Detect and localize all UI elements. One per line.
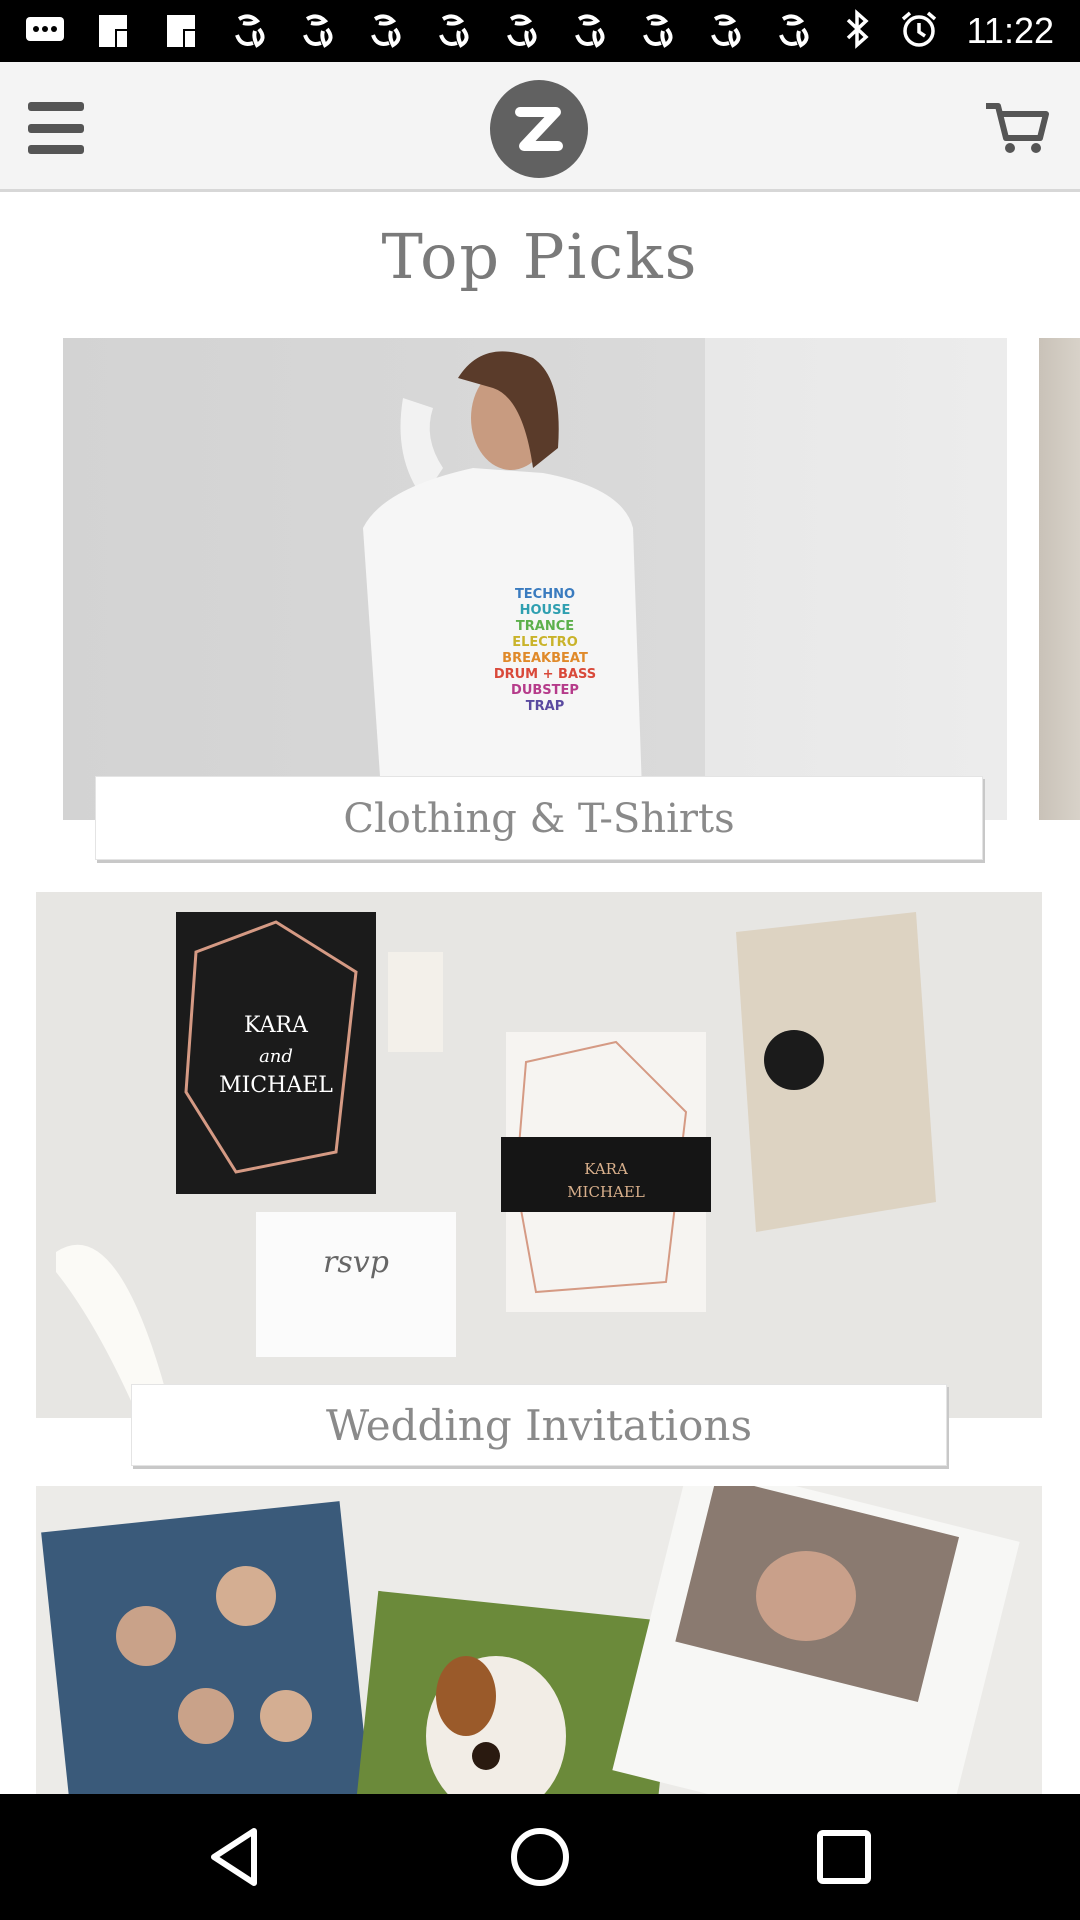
woman-in-shirt-illustration: TECHNO HOUSE TRANCE ELECTRO BREAKBEAT DR… [363, 351, 643, 820]
wedding-card-image[interactable]: KARA and MICHAEL rsvp KARA MICHAEL [36, 892, 1042, 1418]
svg-text:TRAP: TRAP [526, 699, 564, 714]
svg-text:rsvp: rsvp [323, 1245, 389, 1280]
svg-text:HOUSE: HOUSE [520, 603, 571, 618]
svg-text:DUBSTEP: DUBSTEP [511, 683, 579, 698]
photo-calendars-illustration [41, 1486, 1020, 1794]
fan-icon [704, 10, 746, 52]
hamburger-menu-icon[interactable] [28, 102, 84, 154]
home-icon[interactable] [504, 1821, 576, 1893]
svg-text:DRUM + BASS: DRUM + BASS [494, 667, 596, 682]
calendars-card-image[interactable] [36, 1486, 1042, 1794]
card-label-wedding[interactable]: Wedding Invitations [131, 1384, 947, 1466]
svg-text:MICHAEL: MICHAEL [567, 1183, 645, 1201]
alarm-icon [899, 9, 939, 53]
zazzle-logo[interactable] [490, 80, 588, 178]
card-label-clothing[interactable]: Clothing & T-Shirts [95, 776, 983, 860]
svg-text:KARA: KARA [584, 1160, 628, 1178]
svg-text:TECHNO: TECHNO [515, 587, 575, 602]
bluetooth-icon [845, 9, 871, 53]
fan-icon [432, 10, 474, 52]
status-bar: 11:22 [0, 0, 1080, 62]
fan-icon [364, 10, 406, 52]
news-icon [92, 10, 134, 52]
message-icon [24, 10, 66, 52]
recents-icon[interactable] [808, 1821, 880, 1893]
svg-text:MICHAEL: MICHAEL [219, 1073, 333, 1098]
system-nav-bar [0, 1794, 1080, 1920]
fan-icon [296, 10, 338, 52]
clock: 11:22 [966, 10, 1054, 51]
notification-icons [24, 10, 814, 52]
app-bar [0, 62, 1080, 192]
status-right: 11:22 [845, 0, 1054, 62]
svg-text:BREAKBEAT: BREAKBEAT [502, 651, 588, 666]
logo-icon [515, 107, 563, 151]
news-icon [160, 10, 202, 52]
svg-text:KARA: KARA [244, 1013, 309, 1038]
fan-icon [772, 10, 814, 52]
svg-text:and: and [259, 1046, 293, 1067]
fan-icon [568, 10, 610, 52]
svg-text:ELECTRO: ELECTRO [512, 635, 578, 650]
wedding-invitations-illustration: KARA and MICHAEL rsvp KARA MICHAEL [56, 912, 936, 1412]
clothing-card-image[interactable]: TECHNO HOUSE TRANCE ELECTRO BREAKBEAT DR… [63, 338, 1007, 820]
shopping-cart-icon[interactable] [984, 100, 1050, 156]
next-card-peek[interactable] [1039, 338, 1080, 820]
back-icon[interactable] [200, 1821, 272, 1893]
svg-text:TRANCE: TRANCE [516, 619, 574, 634]
page-title: Top Picks [381, 220, 699, 293]
fan-icon [500, 10, 542, 52]
fan-icon [228, 10, 270, 52]
fan-icon [636, 10, 678, 52]
